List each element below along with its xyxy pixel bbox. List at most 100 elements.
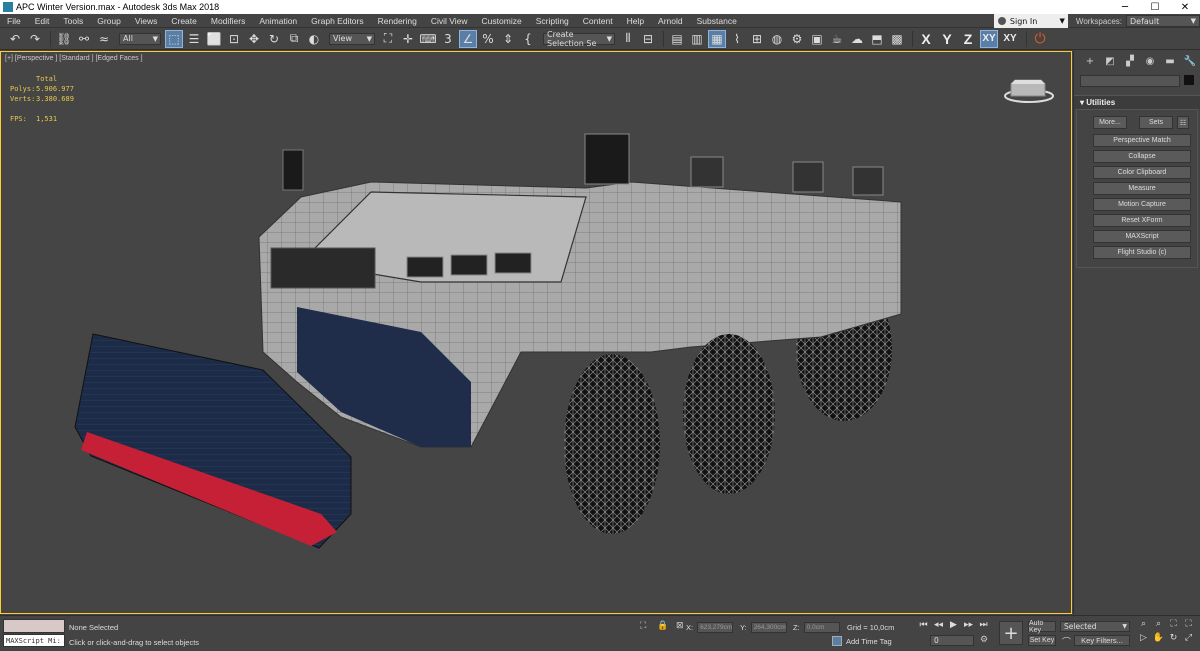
pan-icon[interactable]: ✋	[1151, 633, 1166, 647]
flight-studio-button[interactable]: Flight Studio (c)	[1093, 246, 1191, 259]
scale-icon[interactable]: ⧉	[285, 30, 303, 48]
substance-icon[interactable]: ⏻	[1031, 30, 1049, 48]
layer-explorer-icon[interactable]: ▥	[688, 30, 706, 48]
key-selection-set-dropdown[interactable]: Selected ▼	[1060, 621, 1130, 632]
zoom-extents-icon[interactable]: ⛶	[1166, 619, 1181, 633]
modify-tab-icon[interactable]: ◩	[1100, 56, 1120, 67]
menu-substance[interactable]: Substance	[690, 16, 744, 26]
select-manipulate-icon[interactable]: ✛	[399, 30, 417, 48]
spinner-snap-icon[interactable]: ⇕	[499, 30, 517, 48]
zoom-icon[interactable]: ⌕	[1136, 619, 1151, 633]
key-filters-button[interactable]: Key Filters...	[1074, 635, 1130, 646]
time-configuration-icon[interactable]: ⚙	[980, 635, 988, 645]
menu-scripting[interactable]: Scripting	[529, 16, 576, 26]
bind-spacewarp-icon[interactable]: ≈	[95, 30, 113, 48]
zoom-all-icon[interactable]: ⌕	[1151, 619, 1166, 633]
named-selection-dropdown[interactable]: Create Selection Se ▼	[543, 30, 615, 48]
menu-graph-editors[interactable]: Graph Editors	[304, 16, 370, 26]
motion-tab-icon[interactable]: ◉	[1140, 56, 1160, 67]
pivot-center-icon[interactable]: ⛶	[379, 30, 397, 48]
redo-icon[interactable]: ↷	[26, 30, 44, 48]
y-coordinate-field[interactable]: 264,300cm	[750, 622, 787, 633]
current-frame-field[interactable]: 0	[930, 635, 974, 646]
menu-customize[interactable]: Customize	[475, 16, 529, 26]
default-in-out-tangents-icon[interactable]: ⌒	[1062, 635, 1071, 648]
perspective-viewport[interactable]: [+] [Perspective ] [Standard ] [Edged Fa…	[0, 51, 1072, 614]
edit-named-selection-icon[interactable]: {	[519, 30, 537, 48]
orbit-icon[interactable]: ↻	[1166, 633, 1181, 647]
go-to-start-icon[interactable]: ⏮	[916, 620, 931, 630]
menu-views[interactable]: Views	[128, 16, 165, 26]
isolate-selection-icon[interactable]: ⛶	[640, 621, 646, 631]
menu-help[interactable]: Help	[620, 16, 651, 26]
color-swatch[interactable]	[1184, 75, 1194, 85]
menu-group[interactable]: Group	[90, 16, 128, 26]
render-production-icon[interactable]: ☕	[828, 30, 846, 48]
menu-modifiers[interactable]: Modifiers	[204, 16, 252, 26]
object-name-field[interactable]	[1080, 75, 1180, 87]
undo-icon[interactable]: ↶	[6, 30, 24, 48]
motion-capture-button[interactable]: Motion Capture	[1093, 198, 1191, 211]
collapse-button[interactable]: Collapse	[1093, 150, 1191, 163]
previous-frame-icon[interactable]: ◂◂	[931, 620, 946, 630]
selection-lock-icon[interactable]: 🔒	[657, 621, 668, 631]
viewcube-icon[interactable]	[1001, 74, 1057, 104]
curve-editor-icon[interactable]: ⌇	[728, 30, 746, 48]
measure-button[interactable]: Measure	[1093, 182, 1191, 195]
add-time-tag[interactable]: Add Time Tag	[832, 636, 892, 646]
rect-selection-region-icon[interactable]: ⬜	[205, 30, 223, 48]
selection-filter-dropdown[interactable]: All ▼	[119, 32, 161, 45]
next-frame-icon[interactable]: ▸▸	[961, 620, 976, 630]
scene-explorer-icon[interactable]: ▤	[668, 30, 686, 48]
render-iterative-icon[interactable]: ☁	[848, 30, 866, 48]
keyboard-shortcut-override-icon[interactable]: ⌨	[419, 30, 437, 48]
field-of-view-icon[interactable]: ▷	[1136, 633, 1151, 647]
utilities-tab-icon[interactable]: 🔧	[1180, 56, 1200, 67]
maxscript-mini-listener[interactable]: MAXScript Mi:	[3, 634, 65, 647]
rendered-frame-window-icon[interactable]: ▣	[808, 30, 826, 48]
configure-sets-icon[interactable]: ☷	[1177, 116, 1189, 129]
viewport-label[interactable]: [+] [Perspective ] [Standard ] [Edged Fa…	[5, 55, 143, 62]
menu-rendering[interactable]: Rendering	[371, 16, 424, 26]
go-to-end-icon[interactable]: ⏭	[976, 620, 991, 630]
snaps-toggle-icon[interactable]: 3	[439, 30, 457, 48]
maximize-viewport-icon[interactable]: ⤢	[1181, 633, 1196, 647]
schematic-view-icon[interactable]: ⊞	[748, 30, 766, 48]
select-object-icon[interactable]: ⬚	[165, 29, 183, 48]
close-button[interactable]: ✕	[1170, 2, 1200, 13]
a360-gallery-icon[interactable]: ▩	[888, 30, 906, 48]
workspaces-select[interactable]: Default ▼	[1126, 15, 1200, 27]
more-button[interactable]: More...	[1093, 116, 1127, 129]
play-icon[interactable]: ▶	[946, 620, 961, 630]
menu-civil-view[interactable]: Civil View	[424, 16, 475, 26]
x-coordinate-field[interactable]: 623,279cm	[697, 622, 734, 633]
z-coordinate-field[interactable]: 0,0cm	[803, 622, 840, 633]
place-icon[interactable]: ◐	[305, 30, 323, 48]
maxscript-button[interactable]: MAXScript	[1093, 230, 1191, 243]
auto-key-button[interactable]: Auto Key	[1028, 620, 1056, 634]
perspective-match-button[interactable]: Perspective Match	[1093, 134, 1191, 147]
unlink-icon[interactable]: ⚯	[75, 30, 93, 48]
menu-create[interactable]: Create	[164, 16, 204, 26]
ribbon-toggle-icon[interactable]: ▦	[708, 29, 726, 48]
window-crossing-icon[interactable]: ⊡	[225, 30, 243, 48]
utilities-rollout-header[interactable]: ▾ Utilities	[1074, 95, 1200, 109]
move-icon[interactable]: ✥	[245, 30, 263, 48]
color-clipboard-button[interactable]: Color Clipboard	[1093, 166, 1191, 179]
axis-xy-button[interactable]: XY	[980, 29, 998, 48]
absolute-transform-icon[interactable]: ⊠	[676, 621, 684, 631]
axis-xy-flyout-button[interactable]: XY	[1001, 30, 1019, 48]
maximize-button[interactable]: ☐	[1140, 2, 1170, 13]
reset-xform-button[interactable]: Reset XForm	[1093, 214, 1191, 227]
set-key-button[interactable]: Set Key	[1028, 635, 1056, 646]
sign-in-button[interactable]: Sign In ▼	[993, 14, 1068, 28]
percent-snap-icon[interactable]: %	[479, 30, 497, 48]
minimize-button[interactable]: ─	[1110, 2, 1140, 13]
menu-file[interactable]: File	[0, 16, 28, 26]
render-in-cloud-icon[interactable]: ⬒	[868, 30, 886, 48]
render-setup-icon[interactable]: ⚙	[788, 30, 806, 48]
menu-edit[interactable]: Edit	[28, 16, 57, 26]
link-icon[interactable]: ⛓	[55, 30, 73, 48]
maxscript-listener-box[interactable]	[3, 619, 65, 633]
material-editor-icon[interactable]: ◍	[768, 30, 786, 48]
